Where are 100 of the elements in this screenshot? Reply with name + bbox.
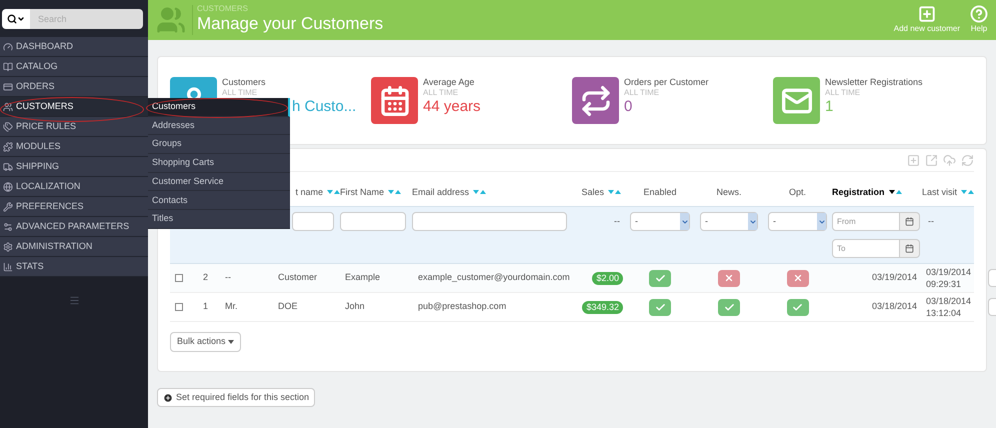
filter-field[interactable] [340,212,406,231]
chevron-icon [680,218,688,226]
kpi-title: Orders per Customer [624,77,709,88]
submenu-item[interactable]: Customers [148,98,290,117]
check-icon[interactable] [649,270,671,286]
filter-select[interactable]: - [700,212,758,231]
column-header[interactable]: Enabled [643,186,677,199]
puzzle-icon [3,142,13,152]
column-header[interactable]: News. [716,186,742,199]
refresh-icon[interactable] [961,154,974,166]
kpi-value: 44 years [423,98,481,117]
filter-field[interactable] [292,212,334,231]
sidebar-item[interactable]: MODULES [0,137,148,157]
column-header[interactable]: Opt. [788,186,806,199]
table-cell-text: DOE [278,300,299,314]
add-icon [918,5,936,23]
sidebar-item[interactable]: DASHBOARD [0,37,148,57]
row-checkbox[interactable] [175,303,183,311]
cross-icon[interactable] [718,270,740,286]
export-icon[interactable] [925,154,938,166]
caret-icon [228,340,234,344]
chevron-icon [748,218,756,226]
filter-select[interactable]: - [630,212,690,231]
sidebar-item[interactable]: STATS [0,257,148,277]
table-cell-text: pub@prestashop.com [418,300,508,314]
tags-icon [3,122,13,132]
people-icon [3,102,13,112]
people-icon [156,5,186,35]
check-icon[interactable] [649,298,671,316]
table-cell-text: 03/18/2014 13:12:04 [926,295,972,319]
kpi-subtitle: ALL TIME [423,88,460,98]
calendar-icon [905,244,914,253]
date-field[interactable]: From [832,212,900,231]
kpi-title: Average Age [423,77,476,88]
row-checkbox[interactable] [175,274,183,282]
date-field[interactable]: To [832,239,900,258]
column-header[interactable]: Registration [832,186,885,199]
kpi-value: 1 [825,98,834,117]
check-icon[interactable] [786,298,808,316]
sales-badge: $2.00 [592,272,623,284]
search-icon[interactable] [2,8,30,28]
gear-icon [3,242,13,252]
sidebar-item[interactable]: CATALOG [0,57,148,77]
wrench-icon [3,202,13,212]
filter-field[interactable] [412,212,567,231]
bar-chart-icon [3,262,13,272]
table-cell-text: Customer [278,271,318,284]
calendar-icon [905,217,914,226]
table-cell-text: example_customer@yourdomain.com [418,271,571,284]
plus-circle-icon [163,392,173,402]
sidebar-item[interactable]: ADVANCED PARAMETERS [0,217,148,237]
table-cell-text: Mr. [225,300,238,314]
cloud-icon[interactable] [943,154,956,166]
calendar-button[interactable] [900,212,920,231]
check-icon[interactable] [718,298,740,316]
column-header[interactable]: Email address [412,186,470,199]
globe-icon [3,182,13,192]
calendar-button[interactable] [900,239,920,258]
bulk-actions-button[interactable]: Bulk actions [170,332,241,352]
sidebar-item[interactable]: PRICE RULES [0,117,148,137]
kpi-title: Customers [222,77,267,88]
table-cell-text: 1 [203,300,210,314]
set-required-fields-button[interactable]: Set required fields for this section [157,388,316,407]
sidebar-item[interactable]: CUSTOMERS [0,97,148,117]
sidebar-item[interactable]: PREFERENCES [0,197,148,217]
kpi-value: h Custo... [292,98,356,117]
kpi-title: Newsletter Registrations [825,77,923,88]
kpi-value: 0 [624,98,634,117]
table-cell-text: 03/18/2014 [872,300,917,314]
book-icon [3,62,13,72]
column-header[interactable]: First Name [340,186,384,199]
row-action-button[interactable] [988,269,996,287]
add-icon[interactable] [907,154,920,166]
filter-select[interactable]: - [768,212,827,231]
gauge-icon [3,42,13,52]
menu-icon[interactable] [68,295,80,306]
no-filter-dashes: -- [614,214,620,228]
cross-icon[interactable] [786,270,808,286]
truck-icon [3,162,13,172]
table-cell-text: 03/19/2014 [872,271,917,284]
sales-badge: $349.32 [582,300,623,314]
column-header[interactable]: t name [295,186,323,199]
kpi-subtitle: ALL TIME [825,88,862,98]
card-icon [3,82,13,92]
table-cell-text: 2 [203,271,210,284]
sort-arrows-icon[interactable] [888,190,902,195]
table-cell-text: Example [345,271,382,284]
sidebar-item[interactable]: ORDERS [0,77,148,97]
help-icon [970,5,988,23]
table-cell-text: 03/19/2014 09:29:31 [926,266,972,290]
column-header[interactable]: Last visit [922,186,958,199]
column-header[interactable]: Sales [581,186,604,199]
sidebar-item[interactable]: LOCALIZATION [0,177,148,197]
chevron-icon [818,218,826,226]
sidebar-item[interactable]: SHIPPING [0,157,148,177]
no-filter-dashes: -- [928,214,935,228]
table-cell-text: John [345,300,366,314]
row-action-button[interactable] [988,298,996,316]
kpi-subtitle: ALL TIME [624,88,660,98]
sidebar-item[interactable]: ADMINISTRATION [0,237,148,257]
